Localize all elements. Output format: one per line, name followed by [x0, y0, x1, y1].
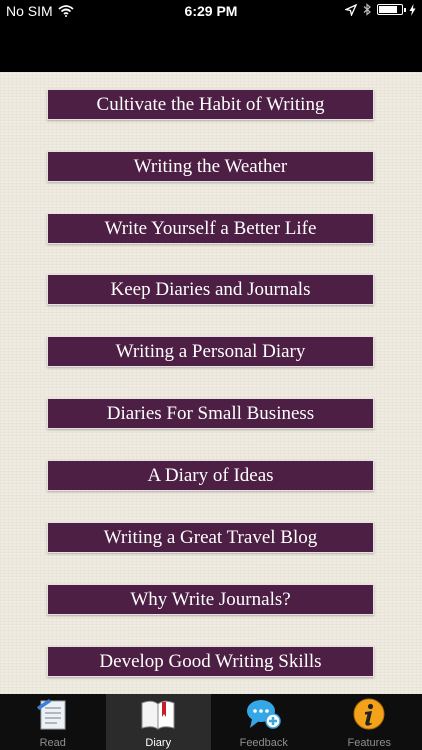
menu-item-button[interactable]: Develop Good Writing Skills: [47, 646, 374, 677]
charging-bolt-icon: [409, 3, 416, 16]
speech-bubble-plus-icon: [246, 700, 281, 729]
document-icon: [36, 699, 66, 730]
menu-item-button[interactable]: Writing a Great Travel Blog: [47, 522, 374, 553]
tab-feedback[interactable]: Feedback: [211, 694, 317, 750]
tab-label: Read: [39, 737, 66, 749]
tab-bar: Read Diary Feedback Features: [0, 694, 422, 750]
menu-item-button[interactable]: Why Write Journals?: [47, 584, 374, 615]
battery-level: [379, 6, 398, 13]
menu-item-button[interactable]: Diaries For Small Business: [47, 398, 374, 429]
battery-icon: [377, 4, 406, 15]
menu-item-button[interactable]: Keep Diaries and Journals: [47, 274, 374, 305]
tab-diary[interactable]: Diary: [105, 694, 211, 750]
menu-item-button[interactable]: Writing the Weather: [47, 151, 374, 182]
diary-topic-list: Cultivate the Habit of Writing Writing t…: [0, 72, 422, 694]
info-icon: [353, 698, 385, 730]
menu-item-button[interactable]: A Diary of Ideas: [47, 460, 374, 491]
tab-features[interactable]: Features: [317, 694, 422, 750]
tab-label: Features: [347, 737, 391, 749]
bluetooth-icon: [363, 3, 371, 16]
menu-item-button[interactable]: Write Yourself a Better Life: [47, 213, 374, 244]
menu-item-button[interactable]: Cultivate the Habit of Writing: [47, 89, 374, 120]
tab-label: Feedback: [239, 737, 288, 749]
location-arrow-icon: [345, 3, 357, 16]
status-bar: No SIM 6:29 PM: [0, 0, 422, 22]
tab-label: Diary: [145, 737, 172, 749]
book-icon: [141, 700, 175, 730]
tab-read[interactable]: Read: [0, 694, 106, 750]
menu-item-button[interactable]: Writing a Personal Diary: [47, 336, 374, 367]
